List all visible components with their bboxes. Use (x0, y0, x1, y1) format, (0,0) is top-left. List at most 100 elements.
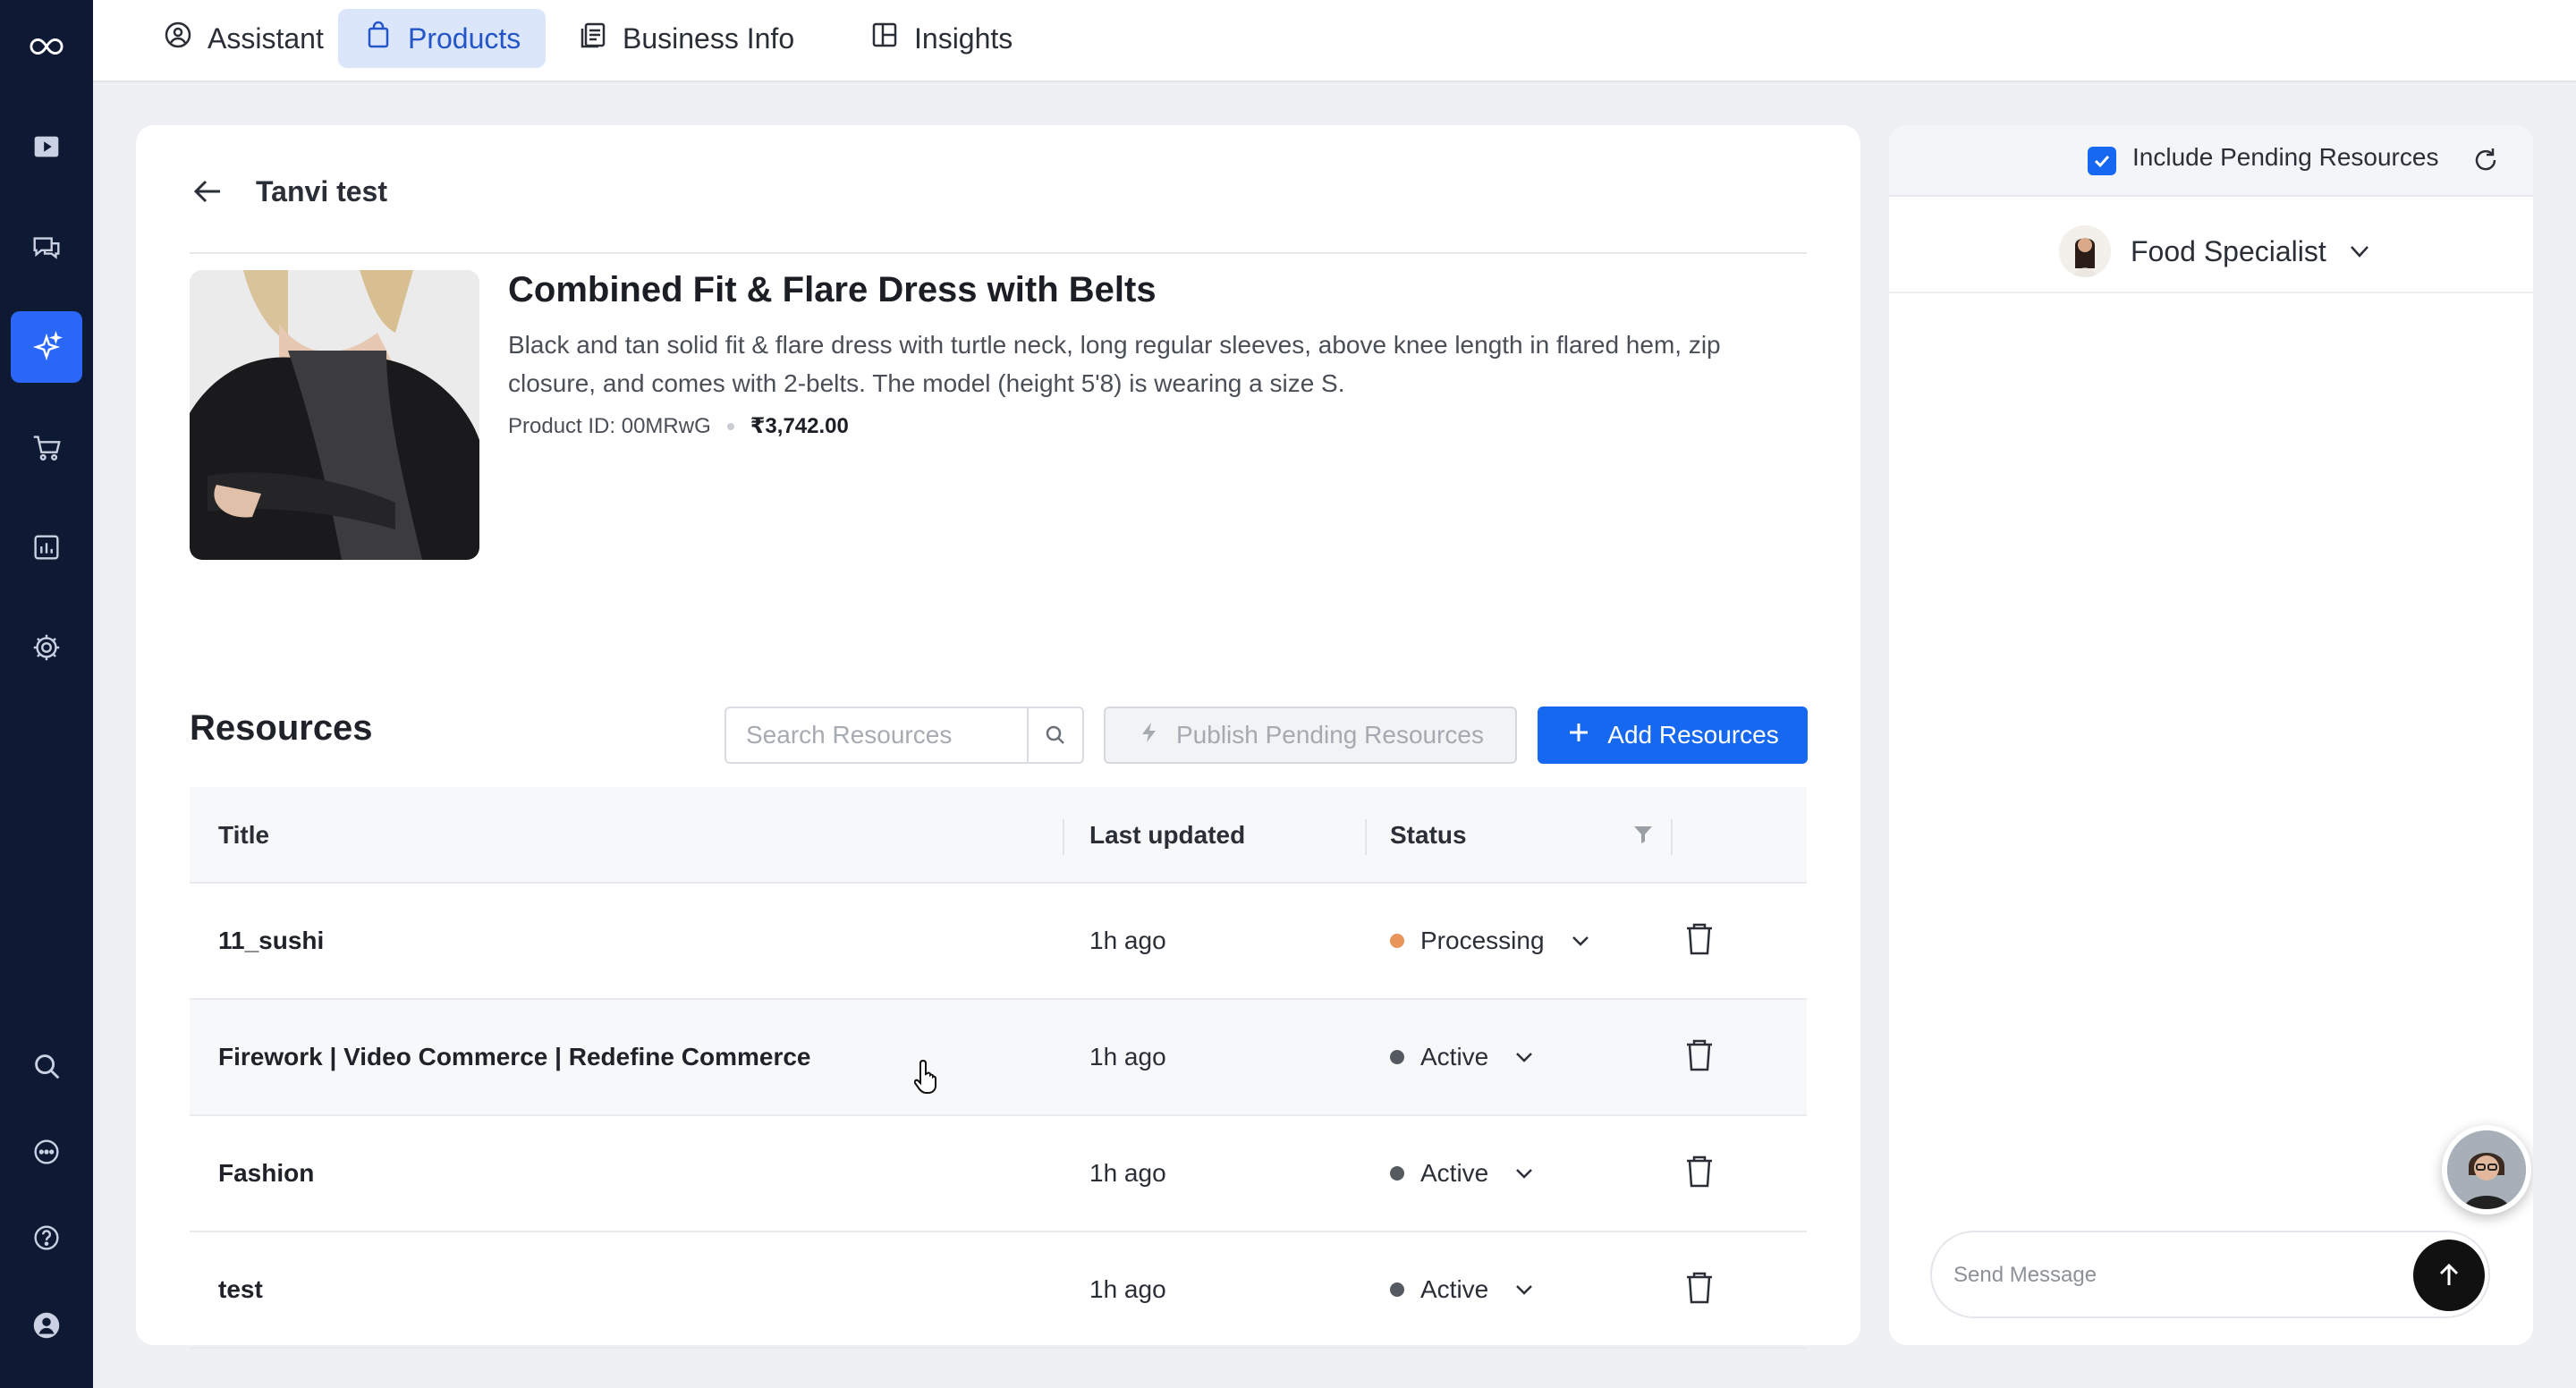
assistant-avatar (2447, 1130, 2526, 1209)
product-image (190, 270, 479, 560)
resources-table: Title Last updated Status 11_sushi 1h ag… (190, 787, 1807, 1349)
video-icon[interactable] (11, 111, 82, 182)
lightning-icon (1137, 720, 1162, 751)
message-input[interactable] (1953, 1250, 2383, 1300)
chat-icon[interactable] (11, 211, 82, 283)
help-icon[interactable] (11, 1202, 82, 1274)
status-dot (1390, 1166, 1404, 1181)
gear-icon[interactable] (11, 612, 82, 683)
agent-name: Food Specialist (2131, 234, 2326, 267)
search-icon (1046, 725, 1064, 744)
column-divider (1365, 819, 1367, 855)
chevron-down-icon (1516, 1053, 1533, 1062)
trash-icon[interactable] (1680, 919, 1719, 959)
add-resources-button[interactable]: Add Resources (1538, 707, 1808, 764)
tab-assistant[interactable]: Assistant (138, 9, 349, 68)
agent-selector[interactable]: Food Specialist (2059, 225, 2373, 277)
product-id: Product ID: 00MRwG (508, 413, 711, 438)
panel-header: Include Pending Resources (1889, 125, 2533, 197)
status-dot (1390, 1282, 1404, 1297)
column-title[interactable]: Title (218, 787, 269, 884)
layout-icon (869, 20, 900, 57)
tab-label: Business Info (623, 21, 795, 55)
table-row[interactable]: 11_sushi 1h ago Processing (190, 884, 1807, 1000)
tab-products[interactable]: Products (338, 9, 547, 68)
message-dots-icon[interactable] (11, 1116, 82, 1188)
tab-business-info[interactable]: Business Info (553, 9, 819, 68)
include-pending-checkbox[interactable] (2088, 147, 2116, 175)
message-composer (1930, 1231, 2490, 1318)
user-icon[interactable] (11, 1290, 82, 1361)
search-icon[interactable] (11, 1030, 82, 1102)
product-title: Combined Fit & Flare Dress with Belts (508, 270, 1157, 309)
column-divider (1671, 819, 1673, 855)
status-dot (1390, 1050, 1404, 1064)
trash-icon[interactable] (1680, 1268, 1719, 1308)
table-row[interactable]: Fashion 1h ago Active (190, 1116, 1807, 1232)
sparkle-icon[interactable] (11, 311, 82, 383)
status-label: Active (1420, 1043, 1489, 1071)
status-dropdown[interactable]: Active (1390, 1000, 1537, 1114)
chevron-down-icon (1516, 1285, 1533, 1295)
send-button[interactable] (2413, 1240, 2485, 1311)
page-title: Tanvi test (256, 175, 387, 207)
analytics-icon[interactable] (11, 512, 82, 583)
user-circle-icon (163, 20, 193, 57)
arrow-up-icon (2439, 1263, 2459, 1285)
trash-icon[interactable] (1680, 1152, 1719, 1191)
product-detail-card: Tanvi test Combined Fit & Flare Dress wi… (136, 125, 1860, 1349)
trash-icon[interactable] (1680, 1036, 1719, 1075)
assistant-preview-panel: Include Pending Resources Food Specialis… (1889, 125, 2533, 1345)
search-button[interactable] (1027, 708, 1082, 762)
checkmark-icon (2094, 155, 2110, 168)
tab-label: Assistant (208, 21, 324, 55)
resource-updated: 1h ago (1089, 1159, 1166, 1187)
table-row[interactable]: test 1h ago Active (190, 1232, 1807, 1349)
tab-label: Products (408, 21, 521, 55)
chevron-down-icon (1572, 936, 1589, 946)
column-last-updated[interactable]: Last updated (1089, 787, 1245, 884)
left-rail (0, 0, 93, 1388)
product-price: ₹3,742.00 (750, 414, 849, 438)
status-dropdown[interactable]: Active (1390, 1232, 1537, 1347)
publish-pending-button[interactable]: Publish Pending Resources (1104, 707, 1517, 764)
status-dot (1390, 934, 1404, 948)
tab-label: Insights (914, 21, 1013, 55)
resource-updated: 1h ago (1089, 1275, 1166, 1303)
filter-icon[interactable] (1630, 821, 1657, 848)
assistant-avatar-button[interactable] (2442, 1125, 2531, 1214)
resource-title[interactable]: Fashion (218, 1116, 314, 1231)
breadcrumb: Tanvi test (190, 168, 1807, 254)
tab-insights[interactable]: Insights (844, 9, 1038, 68)
resource-title[interactable]: test (218, 1232, 263, 1347)
hand-cursor-icon (914, 1059, 936, 1094)
search-input[interactable] (726, 708, 1029, 762)
refresh-icon[interactable] (2470, 145, 2501, 175)
add-label: Add Resources (1607, 721, 1779, 749)
top-nav: Assistant Products Business Info Insight… (93, 0, 2576, 82)
chevron-down-icon (2350, 246, 2368, 258)
resource-title[interactable]: 11_sushi (218, 884, 324, 998)
column-status[interactable]: Status (1390, 787, 1467, 884)
resource-title[interactable]: Firework | Video Commerce | Redefine Com… (218, 1000, 810, 1114)
status-label: Processing (1420, 927, 1545, 954)
resources-heading: Resources (190, 708, 373, 748)
status-dropdown[interactable]: Processing (1390, 884, 1593, 998)
separator-dot (726, 422, 734, 430)
document-icon (578, 20, 608, 57)
product-description: Black and tan solid fit & flare dress wi… (508, 331, 1721, 397)
cart-icon[interactable] (11, 411, 82, 483)
back-arrow-icon[interactable] (190, 168, 225, 214)
table-header: Title Last updated Status (190, 787, 1807, 884)
status-dropdown[interactable]: Active (1390, 1116, 1537, 1231)
product-meta: Product ID: 00MRwG ₹3,742.00 (508, 413, 849, 439)
status-label: Active (1420, 1159, 1489, 1187)
chevron-down-icon (1516, 1169, 1533, 1179)
resource-updated: 1h ago (1089, 927, 1166, 954)
logo-infinity-icon[interactable] (11, 11, 82, 82)
column-divider (1063, 819, 1064, 855)
table-row[interactable]: Firework | Video Commerce | Redefine Com… (190, 1000, 1807, 1116)
divider (1889, 292, 2533, 293)
plus-icon (1566, 720, 1591, 751)
include-pending-label[interactable]: Include Pending Resources (2132, 143, 2438, 172)
